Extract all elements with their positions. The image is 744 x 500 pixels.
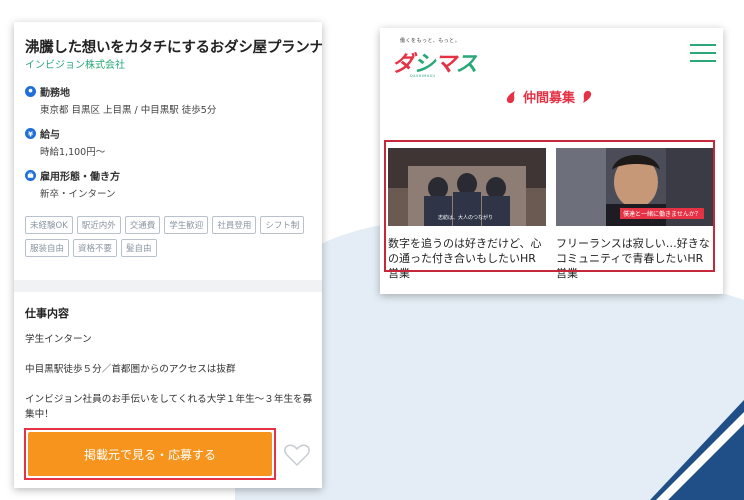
job-description-line: インビジョン社員のお手伝いをしてくれる大学１年生〜３年生を募集中！ xyxy=(25,394,313,420)
job-description-heading: 仕事内容 xyxy=(25,307,69,320)
employment-value: 新卒・インターン xyxy=(40,189,116,200)
svg-text:¥: ¥ xyxy=(28,129,34,138)
tag-item: 学生歓迎 xyxy=(164,216,209,234)
location-pin-icon xyxy=(25,86,36,97)
tag-item: 交通費 xyxy=(124,216,161,234)
salary-value: 時給1,100円〜 xyxy=(40,147,106,158)
location-section: 勤務地 東京都 目黒区 上目黒 / 中目黒駅 徒歩5分 xyxy=(25,84,216,116)
drop-left-icon xyxy=(506,90,515,103)
salary-section: ¥ 給与 時給1,100円〜 xyxy=(25,126,105,158)
tag-item: 髪自由 xyxy=(121,239,157,257)
company-name[interactable]: インビジョン株式会社 xyxy=(25,56,125,71)
tag-item: シフト制 xyxy=(260,216,305,234)
highlight-frame xyxy=(384,140,715,272)
salary-label: 給与 xyxy=(40,130,60,141)
job-listing-card: 沸騰した想いをカタチにするおダシ屋プランナー インビジョン株式会社 勤務地 東京… xyxy=(14,22,322,488)
employment-label: 雇用形態・働き方 xyxy=(40,172,120,183)
job-description-line: 中目黒駅徒歩５分／首都圏からのアクセスは抜群 xyxy=(25,364,236,375)
feature-tags: 未経験OK 駅近内外 交通費 学生歓迎 社員登用 シフト制 服装自由 資格不要 … xyxy=(25,216,315,257)
location-label: 勤務地 xyxy=(40,88,70,99)
tag-item: 未経験OK xyxy=(25,216,73,234)
logo-subtext: DASHIMASU xyxy=(410,74,436,78)
media-site-card: 働くをもっと、もっと。 ダシマス DASHIMASU 仲間募集 志紡は、大人のつ… xyxy=(380,28,723,294)
hamburger-menu-icon[interactable] xyxy=(690,42,716,64)
job-title[interactable]: 沸騰した想いをカタチにするおダシ屋プランナー xyxy=(25,36,322,57)
briefcase-icon xyxy=(25,170,36,181)
tag-item: 社員登用 xyxy=(212,216,257,234)
recruit-label: 仲間募集 xyxy=(523,91,576,106)
section-divider xyxy=(14,280,322,292)
job-description-line: 学生インターン xyxy=(25,334,92,345)
heart-icon[interactable] xyxy=(282,440,312,470)
employment-section: 雇用形態・働き方 新卒・インターン xyxy=(25,168,120,200)
recruit-heading: 仲間募集 xyxy=(505,87,593,106)
location-value: 東京都 目黒区 上目黒 / 中目黒駅 徒歩5分 xyxy=(40,105,217,116)
tag-item: 駅近内外 xyxy=(76,216,121,234)
brand-tagline: 働くをもっと、もっと。 xyxy=(400,38,461,44)
tag-item: 資格不要 xyxy=(73,239,118,257)
highlight-frame xyxy=(24,428,276,480)
yen-icon: ¥ xyxy=(25,128,36,139)
tag-item: 服装自由 xyxy=(25,239,70,257)
drop-right-icon xyxy=(583,90,592,103)
